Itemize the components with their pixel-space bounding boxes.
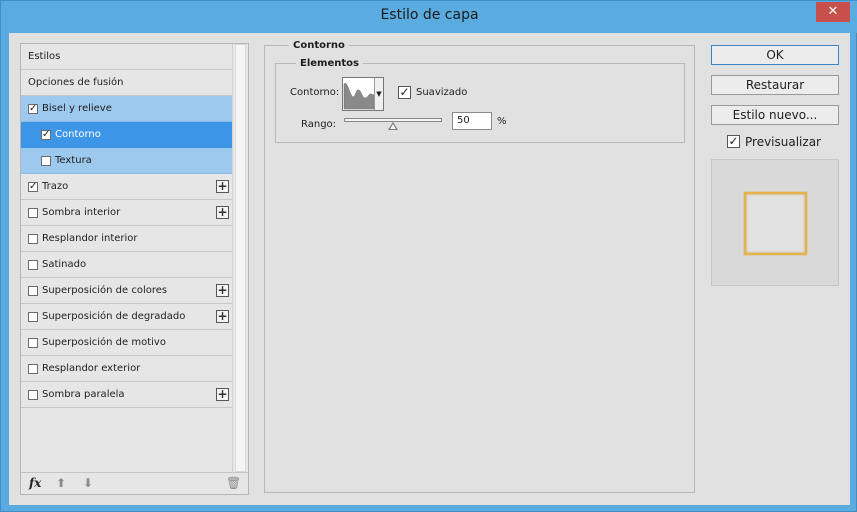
arrow-down-icon[interactable]: ⬇ — [83, 476, 93, 490]
style-item-label: Textura — [55, 155, 92, 166]
new-style-button[interactable]: Estilo nuevo... — [711, 105, 839, 125]
style-item-gradient-overlay[interactable]: Superposición de degradado + — [21, 304, 232, 330]
add-style-plus-icon[interactable]: + — [216, 310, 229, 323]
group-title: Contorno — [289, 40, 349, 51]
style-item-label: Superposición de colores — [42, 285, 168, 296]
range-unit: % — [497, 116, 507, 127]
contour-settings-group: Contorno Elementos Contorno: ▼ ✓ Suaviza… — [264, 40, 695, 493]
style-item-drop-shadow[interactable]: Sombra paralela + — [21, 382, 232, 408]
style-item-label: Superposición de degradado — [42, 311, 186, 322]
style-item-bevel-emboss[interactable]: ✓ Bisel y relieve — [21, 96, 232, 122]
range-input[interactable]: 50 — [452, 112, 492, 130]
styles-scrollbar[interactable] — [232, 44, 248, 472]
style-item-outer-glow[interactable]: Resplandor exterior — [21, 356, 232, 382]
style-item-texture[interactable]: Textura — [21, 148, 232, 174]
range-label: Rango: — [301, 119, 337, 130]
range-slider-thumb[interactable] — [388, 122, 398, 130]
add-style-plus-icon[interactable]: + — [216, 388, 229, 401]
style-item-stroke[interactable]: ✓ Trazo + — [21, 174, 232, 200]
add-style-plus-icon[interactable]: + — [216, 284, 229, 297]
title-bar: Estilo de capa ✕ — [1, 1, 857, 33]
arrow-up-icon[interactable]: ⬆ — [56, 476, 66, 490]
style-item-label: Resplandor interior — [42, 233, 138, 244]
style-item-checkbox[interactable] — [28, 389, 38, 400]
elements-title: Elementos — [296, 58, 363, 69]
style-preview-box — [711, 159, 839, 286]
add-style-plus-icon[interactable]: + — [216, 180, 229, 193]
blending-options[interactable]: Opciones de fusión — [21, 70, 232, 96]
elements-group: Elementos Contorno: ▼ ✓ Suavizado Rango:… — [275, 58, 685, 143]
style-item-label: Superposición de motivo — [42, 337, 166, 348]
contour-picker[interactable]: ▼ — [342, 77, 384, 111]
chevron-down-icon[interactable]: ▼ — [374, 78, 383, 110]
window-title: Estilo de capa — [380, 7, 479, 23]
style-item-inner-glow[interactable]: Resplandor interior — [21, 226, 232, 252]
style-item-checkbox[interactable] — [28, 207, 38, 218]
style-item-checkbox[interactable] — [28, 311, 38, 322]
scrollbar-thumb[interactable] — [235, 44, 246, 472]
dialog-client-area: Estilos Opciones de fusión ✓ Bisel y rel… — [9, 33, 850, 505]
style-item-label: Satinado — [42, 259, 87, 270]
styles-list: Estilos Opciones de fusión ✓ Bisel y rel… — [21, 44, 232, 408]
style-item-label: Sombra paralela — [42, 389, 125, 400]
style-item-checkbox[interactable] — [41, 155, 51, 166]
style-item-checkbox[interactable] — [28, 259, 38, 270]
style-item-label: Resplandor exterior — [42, 363, 141, 374]
trash-icon[interactable]: 🗑 — [226, 476, 241, 490]
style-item-checkbox[interactable] — [28, 285, 38, 296]
reset-button[interactable]: Restaurar — [711, 75, 839, 95]
smoothing-label: Suavizado — [416, 87, 468, 98]
style-item-inner-shadow[interactable]: Sombra interior + — [21, 200, 232, 226]
styles-footer: fx ⬆ ⬇ 🗑 — [21, 472, 248, 494]
style-item-color-overlay[interactable]: Superposición de colores + — [21, 278, 232, 304]
preview-checkbox[interactable]: ✓ — [727, 135, 740, 148]
style-item-checkbox[interactable] — [28, 337, 38, 348]
style-item-checkbox[interactable]: ✓ — [28, 103, 38, 114]
contour-curve-icon — [343, 82, 375, 110]
close-button[interactable]: ✕ — [816, 2, 850, 22]
blending-options-label: Opciones de fusión — [28, 77, 124, 88]
contour-label: Contorno: — [290, 87, 340, 98]
fx-icon[interactable]: fx — [29, 476, 41, 490]
styles-header[interactable]: Estilos — [21, 44, 232, 70]
smoothing-checkbox[interactable]: ✓ — [398, 86, 411, 99]
style-item-pattern-overlay[interactable]: Superposición de motivo — [21, 330, 232, 356]
add-style-plus-icon[interactable]: + — [216, 206, 229, 219]
style-item-checkbox[interactable] — [28, 233, 38, 244]
style-item-label: Sombra interior — [42, 207, 121, 218]
style-item-contour[interactable]: ✓ Contorno — [21, 122, 232, 148]
preview-label: Previsualizar — [745, 135, 821, 149]
style-item-satin[interactable]: Satinado — [21, 252, 232, 278]
style-item-checkbox[interactable]: ✓ — [28, 181, 38, 192]
style-item-checkbox[interactable] — [28, 363, 38, 374]
style-item-label: Trazo — [42, 181, 69, 192]
ok-button[interactable]: OK — [711, 45, 839, 65]
style-preview-sample — [744, 192, 807, 255]
dialog-window: Estilo de capa ✕ Estilos Opciones de fus… — [0, 0, 857, 512]
style-item-label: Contorno — [55, 129, 101, 140]
styles-list-panel: Estilos Opciones de fusión ✓ Bisel y rel… — [20, 43, 249, 495]
style-item-checkbox[interactable]: ✓ — [41, 129, 51, 140]
style-item-label: Bisel y relieve — [42, 103, 112, 114]
styles-header-label: Estilos — [28, 51, 61, 62]
